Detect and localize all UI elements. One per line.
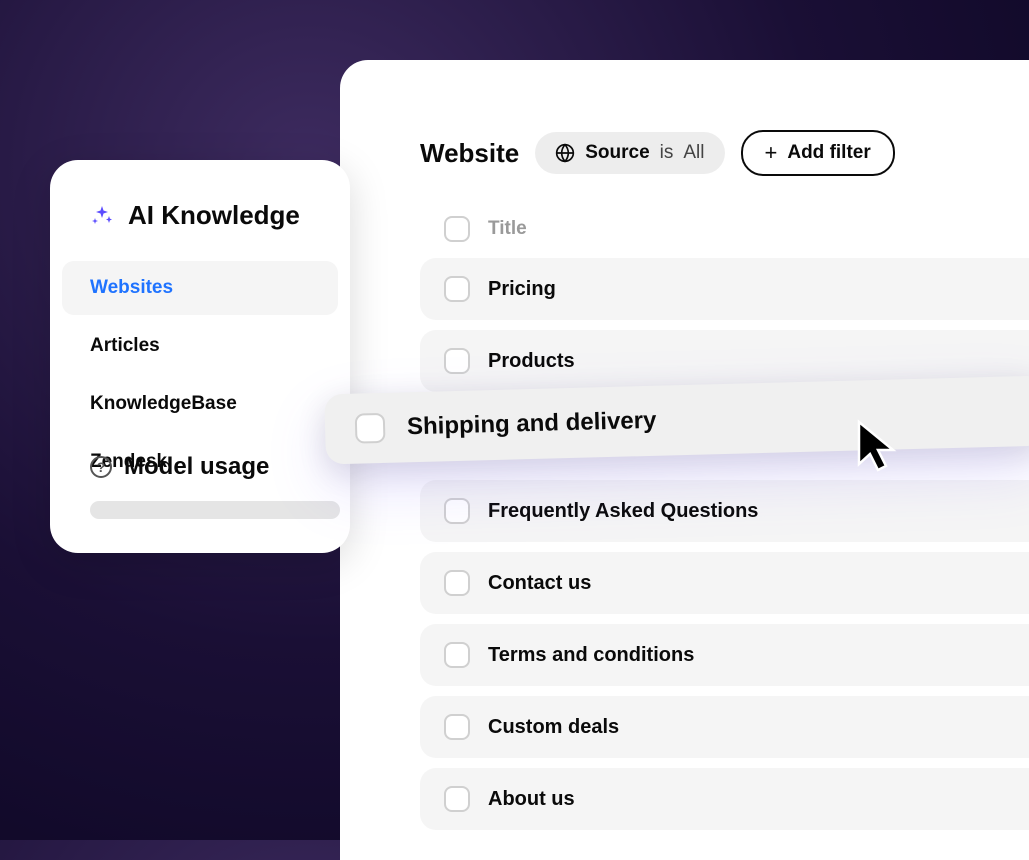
add-filter-button[interactable]: + Add filter bbox=[741, 130, 895, 176]
question-icon[interactable]: ? bbox=[90, 456, 112, 478]
sidebar-item-label: Articles bbox=[90, 335, 160, 356]
row-title: Contact us bbox=[488, 572, 591, 595]
list-row-pricing[interactable]: Pricing bbox=[420, 258, 1029, 320]
column-header-title: Title bbox=[488, 218, 527, 240]
model-usage-section: ? Model usage bbox=[50, 413, 350, 553]
main-title: Website bbox=[420, 138, 519, 169]
row-title: Frequently Asked Questions bbox=[488, 500, 758, 523]
filter-middle: is bbox=[660, 142, 674, 164]
filter-label: Source bbox=[585, 142, 649, 164]
row-checkbox[interactable] bbox=[444, 276, 470, 302]
sidebar-item-label: Websites bbox=[90, 277, 173, 298]
plus-icon: + bbox=[765, 142, 778, 164]
sidebar-item-articles[interactable]: Articles bbox=[62, 319, 338, 373]
row-title: Pricing bbox=[488, 278, 556, 301]
row-title: About us bbox=[488, 788, 575, 811]
sidebar-item-websites[interactable]: Websites bbox=[62, 261, 338, 315]
row-checkbox[interactable] bbox=[444, 570, 470, 596]
sidebar-panel: AI Knowledge Websites Articles Knowledge… bbox=[50, 160, 350, 553]
source-filter-chip[interactable]: Source is All bbox=[535, 132, 724, 174]
row-title: Shipping and delivery bbox=[407, 407, 657, 442]
cursor-icon bbox=[855, 418, 903, 476]
row-checkbox[interactable] bbox=[355, 413, 386, 444]
globe-icon bbox=[555, 143, 575, 163]
table-header: Title bbox=[420, 216, 1029, 258]
list-row-contact[interactable]: Contact us bbox=[420, 552, 1029, 614]
row-title: Custom deals bbox=[488, 716, 619, 739]
row-checkbox[interactable] bbox=[444, 348, 470, 374]
main-header: Website Source is All + Add filter bbox=[420, 130, 1029, 176]
row-title: Products bbox=[488, 350, 575, 373]
model-usage-title: Model usage bbox=[124, 453, 269, 481]
row-checkbox[interactable] bbox=[444, 714, 470, 740]
row-checkbox[interactable] bbox=[444, 498, 470, 524]
usage-bar bbox=[90, 501, 340, 519]
select-all-checkbox[interactable] bbox=[444, 216, 470, 242]
filter-value: All bbox=[683, 142, 704, 164]
add-filter-label: Add filter bbox=[787, 142, 870, 164]
sidebar-heading: AI Knowledge bbox=[128, 200, 300, 231]
list-row-terms[interactable]: Terms and conditions bbox=[420, 624, 1029, 686]
list-row-faq[interactable]: Frequently Asked Questions bbox=[420, 480, 1029, 542]
row-title: Terms and conditions bbox=[488, 644, 694, 667]
list-row-about[interactable]: About us bbox=[420, 768, 1029, 830]
model-usage-header: ? Model usage bbox=[90, 453, 310, 481]
row-checkbox[interactable] bbox=[444, 642, 470, 668]
sidebar-title-row: AI Knowledge bbox=[50, 200, 350, 231]
row-checkbox[interactable] bbox=[444, 786, 470, 812]
list-row-deals[interactable]: Custom deals bbox=[420, 696, 1029, 758]
sidebar-item-label: KnowledgeBase bbox=[90, 393, 237, 414]
sparkle-icon bbox=[90, 204, 114, 228]
